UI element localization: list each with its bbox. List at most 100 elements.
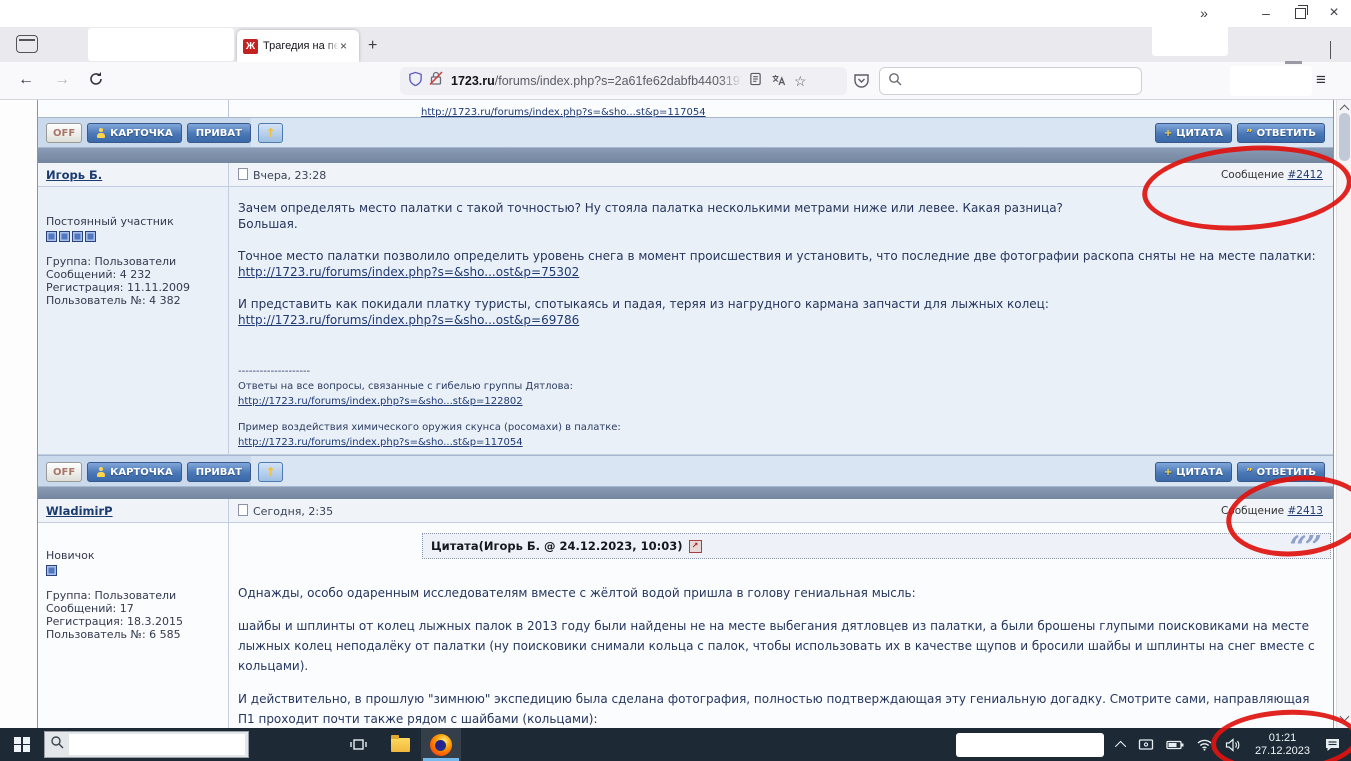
display-tray-icon[interactable]: [1138, 738, 1154, 752]
off-button[interactable]: OFF: [46, 123, 83, 143]
text-line: Группа: Пользователи: [46, 589, 177, 602]
start-button[interactable]: [0, 728, 44, 761]
search-bar[interactable]: [879, 67, 1142, 95]
blank-tab-area: [88, 28, 234, 61]
rank-pip-icon: [46, 565, 57, 576]
user-stats: Группа: Пользователи Сообщений: 4 232 Реги…: [46, 255, 221, 307]
post1-header: Игорь Б. Вчера, 23:28 Сообщение #2412: [38, 163, 1333, 187]
text-line: И действительно, в прошлую "зимнюю" эксп…: [238, 692, 1310, 726]
quote-header: Цитата(Игорь Б. @ 24.12.2023, 10:03) ↗ “…: [422, 530, 1331, 565]
text-line: --------------------: [238, 366, 311, 377]
tab-close-icon[interactable]: ×: [340, 39, 347, 53]
user-rank: Новичок: [46, 549, 95, 562]
firefox-icon: [430, 733, 452, 756]
forward-icon[interactable]: →: [54, 71, 70, 89]
plus-icon: +: [1163, 466, 1173, 478]
firefox-taskbar-button[interactable]: [421, 728, 461, 761]
card-button[interactable]: КАРТОЧКА: [87, 123, 182, 143]
person-icon: [96, 128, 106, 138]
quote-button[interactable]: + ЦИТАТА: [1154, 462, 1232, 482]
list-all-tabs-icon[interactable]: [1330, 41, 1331, 59]
tray-expand-icon[interactable]: [1114, 740, 1127, 752]
post2-body: Новичок Группа: Пользователи Сообщений: 1…: [38, 523, 1333, 728]
redacted-tray-area: [955, 732, 1104, 757]
text-line: Сообщений: 17: [46, 602, 134, 615]
new-tab-button[interactable]: +: [368, 37, 377, 55]
scrollbar-thumb[interactable]: [1339, 113, 1350, 161]
redacted-area: [1152, 25, 1228, 56]
search-icon: [888, 72, 902, 91]
text-line: Ответы на все вопросы, связанные с гибел…: [238, 381, 573, 392]
reload-icon[interactable]: [88, 71, 104, 92]
taskbar-search-box[interactable]: [44, 731, 249, 758]
private-button[interactable]: ПРИВАТ: [186, 123, 251, 143]
restore-icon: [1294, 4, 1308, 19]
translate-icon[interactable]: [771, 72, 786, 91]
quote-button[interactable]: + ЦИТАТА: [1154, 123, 1232, 143]
scroll-top-button[interactable]: ↑: [258, 123, 283, 143]
post-toolbar-row: OFF КАРТОЧКА ПРИВАТ ↑ + ЦИТАТА ” ОТВЕТИТЬ: [38, 117, 1333, 148]
url-text: 1723.ru/forums/index.php?s=2a61fe62dabfb…: [451, 74, 743, 88]
back-icon[interactable]: ←: [18, 71, 34, 89]
text-line: Регистрация: 11.11.2009: [46, 281, 190, 294]
author-link[interactable]: Игорь Б.: [46, 168, 102, 182]
file-explorer-icon: [390, 734, 410, 752]
plus-icon: +: [1163, 127, 1173, 139]
pocket-icon[interactable]: [853, 72, 870, 94]
post-link[interactable]: http://1723.ru/forums/index.php?s=&sho..…: [238, 437, 523, 448]
firefox-view-icon[interactable]: [16, 35, 38, 53]
windows-logo-icon: [14, 736, 30, 753]
task-view-icon: [349, 739, 367, 750]
insecure-lock-icon[interactable]: [429, 71, 443, 91]
text-line: Пользователь №: 6 585: [46, 628, 181, 641]
tracking-shield-icon[interactable]: [408, 71, 423, 92]
scroll-top-button[interactable]: ↑: [258, 462, 283, 482]
task-view-button[interactable]: [337, 728, 379, 761]
menu-icon[interactable]: ≡: [1316, 70, 1326, 90]
rank-pips: [46, 231, 221, 245]
rank-pip-icon: [59, 231, 70, 242]
redaction-mark: [1285, 61, 1302, 64]
person-icon: [96, 467, 106, 477]
redacted-toolbar-area: [1230, 66, 1312, 96]
post-icon: [238, 504, 248, 516]
minimize-button[interactable]: –: [1249, 1, 1283, 25]
toolbar-overflow-button[interactable]: »: [1187, 1, 1221, 25]
quote-text: Однажды, особо одаренным исследователям …: [238, 583, 1319, 729]
taskbar-search-input[interactable]: [69, 734, 245, 755]
text-line: И представить как покидали платку турист…: [238, 297, 1049, 311]
off-button[interactable]: OFF: [46, 462, 83, 482]
tab-dyatlov-topic[interactable]: Ж Трагедия на перевале Дятлов ×: [237, 30, 359, 62]
close-button[interactable]: ×: [1317, 1, 1351, 25]
text-line: Однажды, особо одаренным исследователям …: [238, 586, 916, 600]
snapback-icon[interactable]: ↗: [688, 539, 702, 553]
text-line: Точное место палатки позволило определит…: [238, 249, 1316, 263]
previous-post-usercol: [38, 100, 229, 117]
restore-button[interactable]: [1283, 1, 1317, 25]
post2-header: WladimirP Сегодня, 2:35 Сообщение #2413: [38, 499, 1333, 523]
previous-post-tail: http://1723.ru/forums/index.php?s=&sho..…: [38, 100, 1333, 118]
post-date: Вчера, 23:28: [238, 168, 326, 182]
site-favicon-icon: Ж: [243, 38, 258, 54]
private-button[interactable]: ПРИВАТ: [186, 462, 251, 482]
card-button[interactable]: КАРТОЧКА: [87, 462, 182, 482]
rank-pip-icon: [46, 231, 57, 242]
text-line: шайбы и шплинты от колец лыжных палок в …: [238, 619, 1315, 673]
reader-mode-icon[interactable]: [749, 72, 762, 91]
text-line: Большая.: [238, 217, 298, 231]
post-link[interactable]: http://1723.ru/forums/index.php?s=&sho..…: [238, 313, 579, 327]
author-link[interactable]: WladimirP: [46, 504, 113, 518]
post-signature: -------------------- Ответы на все вопрос…: [238, 364, 1323, 450]
file-explorer-button[interactable]: [379, 728, 421, 761]
reply-button[interactable]: ” ОТВЕТИТЬ: [1237, 123, 1325, 143]
post-icon: [238, 168, 248, 180]
url-bar[interactable]: 1723.ru/forums/index.php?s=2a61fe62dabfb…: [400, 67, 847, 95]
text-line: Группа: Пользователи: [46, 255, 177, 268]
bookmark-star-icon[interactable]: ☆: [794, 74, 807, 88]
post-link[interactable]: http://1723.ru/forums/index.php?s=&sho..…: [238, 396, 523, 407]
rank-pip-icon: [72, 231, 83, 242]
post-link[interactable]: http://1723.ru/forums/index.php?s=&sho..…: [238, 265, 579, 279]
windows-taskbar: 01:21 27.12.2023: [0, 728, 1351, 761]
battery-icon[interactable]: [1166, 739, 1184, 751]
text-line: Сообщений: 4 232: [46, 268, 152, 281]
